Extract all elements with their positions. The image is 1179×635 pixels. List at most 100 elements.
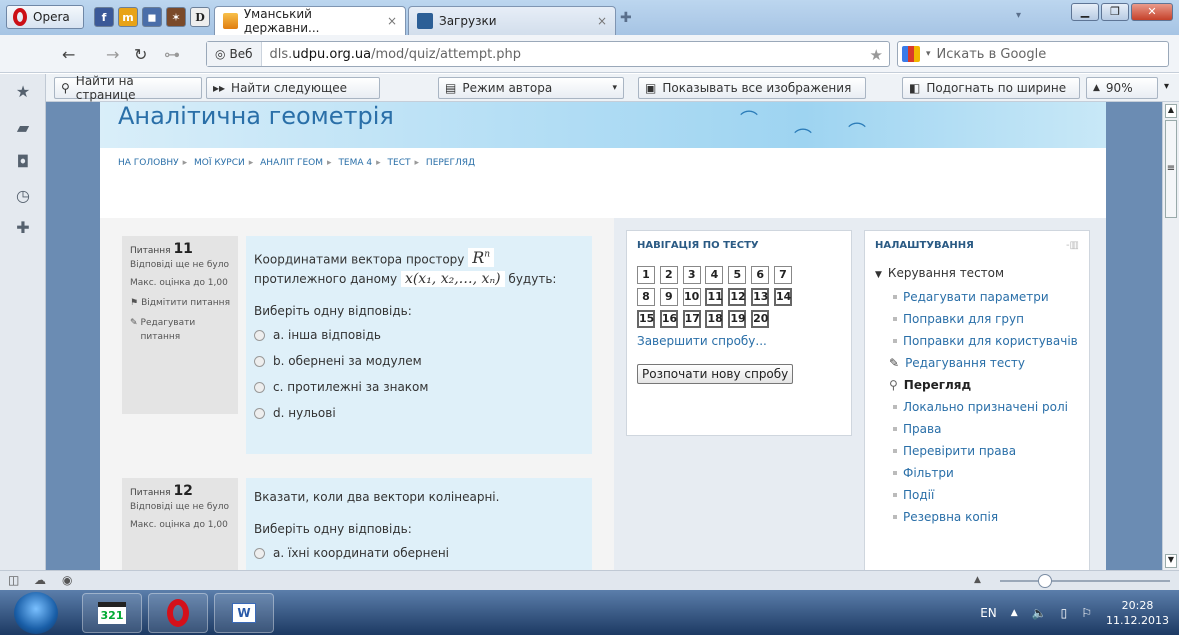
- settings-item[interactable]: Редагувати параметри: [865, 288, 1089, 306]
- vertical-scrollbar[interactable]: ▲ ≡ ▼: [1162, 102, 1179, 570]
- answer-option[interactable]: a. їхні координати обернені: [254, 540, 584, 566]
- language-indicator[interactable]: EN: [980, 606, 997, 620]
- settings-item[interactable]: Локально призначені ролі: [865, 398, 1089, 416]
- question-nav-button-current[interactable]: 17: [682, 310, 701, 328]
- bookmarks-star-icon[interactable]: ★: [14, 82, 32, 101]
- author-mode-select[interactable]: ▤ Режим автора ▾: [438, 77, 624, 99]
- search-dropdown-icon[interactable]: ▾: [926, 49, 931, 59]
- question-nav-button-current[interactable]: 11: [705, 288, 724, 306]
- back-icon[interactable]: ←: [62, 45, 75, 64]
- breadcrumb-topic[interactable]: ТЕМА 4: [338, 158, 372, 168]
- opera-taskbar-button[interactable]: [148, 593, 208, 633]
- key-icon[interactable]: ⊶: [164, 45, 180, 64]
- turbo-cloud-icon[interactable]: ☁: [34, 573, 46, 587]
- settings-item[interactable]: Поправки для груп: [865, 310, 1089, 328]
- clock[interactable]: 20:28 11.12.2013: [1106, 598, 1169, 628]
- speed-dial-icon[interactable]: ◉: [62, 573, 72, 587]
- settings-item[interactable]: Події: [865, 486, 1089, 504]
- question-nav-button-current[interactable]: 12: [728, 288, 747, 306]
- pinned-site-icon[interactable]: ✶: [166, 7, 186, 27]
- breadcrumb-quiz[interactable]: ТЕСТ: [388, 158, 411, 168]
- zoom-control[interactable]: ▲ 90%: [1086, 77, 1158, 99]
- question-nav-button-current[interactable]: 16: [659, 310, 678, 328]
- scroll-down-icon[interactable]: ▼: [1165, 554, 1177, 568]
- question-nav-button-current[interactable]: 15: [637, 310, 655, 328]
- question-nav-button-current[interactable]: 18: [705, 310, 724, 328]
- question-nav-button[interactable]: 3: [682, 266, 701, 284]
- answer-option[interactable]: c. протилежні за знаком: [254, 374, 584, 400]
- pinned-site-icon[interactable]: D: [190, 7, 210, 27]
- tab-downloads[interactable]: Загрузки ×: [408, 6, 616, 35]
- question-nav-button[interactable]: 5: [728, 266, 747, 284]
- settings-item-edit-quiz[interactable]: ✎ Редагування тесту: [865, 354, 1089, 372]
- tab-university[interactable]: Уманський державни... ×: [214, 6, 406, 35]
- question-nav-button-current[interactable]: 14: [773, 288, 792, 306]
- answer-option[interactable]: a. інша відповідь: [254, 322, 584, 348]
- history-clock-icon[interactable]: ◷: [14, 186, 32, 205]
- answer-option[interactable]: b. обернені за модулем: [254, 348, 584, 374]
- web-badge[interactable]: ◎ Веб: [207, 42, 262, 66]
- search-field[interactable]: ▾ Искать в Google: [897, 41, 1169, 67]
- downloads-panel-icon[interactable]: ◘: [14, 152, 32, 171]
- volume-icon[interactable]: 🔈: [1032, 606, 1047, 620]
- add-panel-icon[interactable]: ✚: [14, 218, 32, 237]
- reload-icon[interactable]: ↻: [134, 45, 147, 64]
- close-tab-icon[interactable]: ×: [387, 14, 397, 28]
- question-nav-button[interactable]: 6: [751, 266, 770, 284]
- show-hidden-icons-icon[interactable]: ▲: [1011, 608, 1018, 618]
- bookmark-star-icon[interactable]: ★: [870, 46, 883, 64]
- radio-button[interactable]: [254, 408, 265, 420]
- scroll-up-icon[interactable]: ▲: [1165, 104, 1177, 118]
- zoom-slider-track[interactable]: [1000, 580, 1170, 582]
- media-app-button[interactable]: 321: [82, 593, 142, 633]
- find-next-button[interactable]: ▸▸ Найти следующее: [206, 77, 380, 99]
- show-images-button[interactable]: ▣ Показывать все изображения: [638, 77, 866, 99]
- close-tab-icon[interactable]: ×: [597, 14, 607, 28]
- url-field[interactable]: ◎ Веб dls.udpu.org.ua/mod/quiz/attempt.ph…: [206, 41, 890, 67]
- new-tab-icon[interactable]: ✚: [620, 10, 632, 26]
- opera-menu-button[interactable]: Opera: [6, 5, 84, 29]
- breadcrumb-course[interactable]: АНАЛІТ ГЕОМ: [260, 158, 323, 168]
- facebook-icon[interactable]: f: [94, 7, 114, 27]
- answer-option[interactable]: d. нульові: [254, 400, 584, 426]
- question-nav-button[interactable]: 10: [682, 288, 701, 306]
- question-nav-button-current[interactable]: 13: [751, 288, 770, 306]
- breadcrumb-home[interactable]: НА ГОЛОВНУ: [118, 158, 179, 168]
- findbar-menu-icon[interactable]: ▾: [1164, 81, 1169, 92]
- block-collapse-icon[interactable]: -▥: [1066, 240, 1079, 251]
- notes-icon[interactable]: ▰: [14, 118, 32, 137]
- question-nav-button[interactable]: 4: [705, 266, 724, 284]
- settings-item[interactable]: Поправки для користувачів: [865, 332, 1089, 350]
- start-button[interactable]: [14, 592, 58, 634]
- edit-question-link[interactable]: ✎ Редагувати питання: [130, 316, 230, 344]
- question-nav-button[interactable]: 2: [659, 266, 678, 284]
- question-nav-button[interactable]: 9: [659, 288, 678, 306]
- tab-menu-icon[interactable]: ▾: [1016, 10, 1021, 21]
- zoom-slider-handle[interactable]: [1038, 574, 1052, 588]
- find-on-page-input[interactable]: ⚲ Найти на странице: [54, 74, 202, 102]
- radio-button[interactable]: [254, 330, 265, 342]
- minimize-icon[interactable]: ▁: [1071, 3, 1099, 21]
- settings-item-preview[interactable]: ⚲ Перегляд: [865, 376, 1089, 394]
- pinned-site-icon[interactable]: ◼: [142, 7, 162, 27]
- radio-button[interactable]: [254, 548, 265, 559]
- battery-icon[interactable]: ▯: [1061, 606, 1068, 620]
- question-nav-button-current[interactable]: 19: [728, 310, 747, 328]
- question-nav-button[interactable]: 8: [637, 288, 655, 306]
- question-nav-button[interactable]: 7: [773, 266, 792, 284]
- settings-item[interactable]: Резервна копія: [865, 508, 1089, 526]
- settings-item[interactable]: Права: [865, 420, 1089, 438]
- breadcrumb-my-courses[interactable]: МОЇ КУРСИ: [194, 158, 245, 168]
- question-nav-button-current[interactable]: 20: [751, 310, 770, 328]
- action-center-flag-icon[interactable]: ⚐: [1081, 606, 1092, 620]
- flag-question-link[interactable]: ⚑ Відмітити питання: [130, 296, 230, 310]
- settings-section[interactable]: ▼ Керування тестом: [865, 260, 1089, 284]
- radio-button[interactable]: [254, 356, 265, 368]
- close-window-icon[interactable]: ✕: [1131, 3, 1173, 21]
- word-taskbar-button[interactable]: W: [214, 593, 274, 633]
- question-nav-button[interactable]: 1: [637, 266, 655, 284]
- settings-item[interactable]: Перевірити права: [865, 442, 1089, 460]
- pinned-site-icon[interactable]: m: [118, 7, 138, 27]
- settings-item[interactable]: Фільтри: [865, 464, 1089, 482]
- finish-attempt-link[interactable]: Завершити спробу...: [637, 334, 841, 348]
